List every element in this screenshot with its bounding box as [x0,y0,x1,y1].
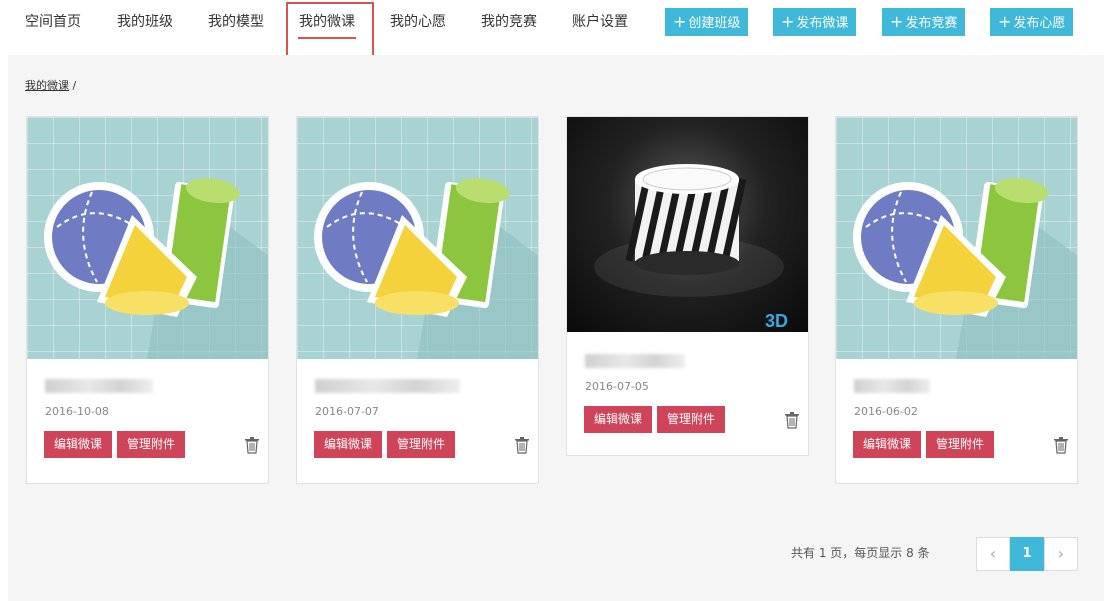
nav-item-home[interactable]: 空间首页 [25,12,81,32]
card-date: 2016-06-02 [854,405,918,418]
edit-microlesson-button[interactable]: 编辑微课 [584,406,653,433]
publish-wish-label: 发布心愿 [1013,16,1066,31]
card-actions: 编辑微课 管理附件 [314,431,538,461]
microlesson-thumbnail[interactable] [297,117,538,359]
manage-attachments-button[interactable]: 管理附件 [657,406,726,433]
publish-contest-button[interactable]: + 发布竞赛 [882,8,966,36]
trash-icon[interactable] [1053,436,1069,454]
microlesson-card: 2016-07-07 编辑微课 管理附件 [296,116,539,484]
pagination-summary: 共有 1 页，每页显示 8 条 [791,546,930,560]
card-date: 2016-07-05 [585,380,649,393]
main-content: 我的微课 / 2016-10-08 编辑微课 管理附件 2016-07-07 编… [8,55,1104,601]
edit-microlesson-button[interactable]: 编辑微课 [314,431,383,458]
microlesson-thumbnail[interactable] [27,117,268,359]
redacted-title [585,354,685,368]
manage-attachments-button[interactable]: 管理附件 [926,431,995,458]
manage-attachments-button[interactable]: 管理附件 [387,431,456,458]
nav-item-account-settings[interactable]: 账户设置 [572,12,628,32]
publish-contest-label: 发布竞赛 [905,16,958,31]
breadcrumb: 我的微课 / [25,77,76,93]
page-1-button[interactable]: 1 [1010,537,1044,571]
trash-icon[interactable] [244,436,260,454]
trash-icon[interactable] [784,411,800,429]
geometry-shapes-image [853,178,1077,359]
microlesson-card: 2016-06-02 编辑微课 管理附件 [835,116,1078,484]
nav-item-microlessons[interactable]: 我的微课 [299,12,355,32]
card-actions: 编辑微课 管理附件 [44,431,268,461]
geometry-shapes-image [44,178,268,359]
create-class-button[interactable]: + 创建班级 [665,8,749,36]
breadcrumb-separator: / [69,79,77,92]
nav-item-wishes[interactable]: 我的心愿 [390,12,446,32]
nav-item-classes[interactable]: 我的班级 [117,12,173,32]
redacted-title [854,379,930,393]
redacted-title [315,379,460,393]
publish-wish-button[interactable]: + 发布心愿 [990,8,1074,36]
plus-icon: + [890,12,904,31]
geometry-shapes-image [314,178,538,359]
publish-microlesson-label: 发布微课 [796,16,849,31]
watermark-3d: 3D [765,311,788,331]
plus-icon: + [781,12,795,31]
3d-printed-lamp-image: 3D [594,164,788,331]
publish-microlesson-button[interactable]: + 发布微课 [773,8,857,36]
microlesson-card: 2016-10-08 编辑微课 管理附件 [26,116,269,484]
microlesson-thumbnail[interactable]: 3D [567,117,808,332]
manage-attachments-button[interactable]: 管理附件 [117,431,186,458]
next-page-button[interactable]: › [1044,537,1078,571]
plus-icon: + [673,12,687,31]
trash-icon[interactable] [514,436,530,454]
create-class-label: 创建班级 [688,16,741,31]
active-tab-indicator [298,37,356,39]
card-date: 2016-07-07 [315,405,379,418]
card-date: 2016-10-08 [45,405,109,418]
plus-icon: + [998,12,1012,31]
microlesson-card: 3D 2016-07-05 编辑微课 管理附件 [566,116,809,456]
top-nav: 空间首页 我的班级 我的模型 我的微课 我的心愿 我的竞赛 账户设置 + 创建班级… [0,0,1104,63]
redacted-title [45,379,153,393]
nav-item-models[interactable]: 我的模型 [208,12,264,32]
breadcrumb-link-microlessons[interactable]: 我的微课 [25,79,69,92]
microlesson-thumbnail[interactable] [836,117,1077,359]
edit-microlesson-button[interactable]: 编辑微课 [44,431,113,458]
edit-microlesson-button[interactable]: 编辑微课 [853,431,922,458]
card-actions: 编辑微课 管理附件 [853,431,1077,461]
card-actions: 编辑微课 管理附件 [584,406,808,436]
nav-item-contests[interactable]: 我的竞赛 [481,12,537,32]
prev-page-button[interactable]: ‹ [976,537,1010,571]
